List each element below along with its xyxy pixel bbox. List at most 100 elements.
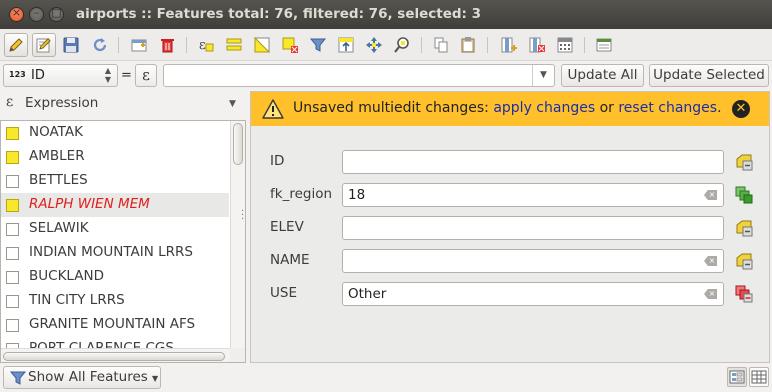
conditional-formatting-button[interactable] [592, 33, 616, 57]
preview-column-selector[interactable]: ε Expression ▼ [0, 91, 248, 118]
select-by-expression-button[interactable]: ε [194, 33, 218, 57]
field-input-fk-region[interactable]: 18 × [342, 183, 724, 207]
banner-text: . [717, 100, 722, 116]
field-value: Other [348, 286, 387, 302]
close-window-button[interactable]: × [9, 6, 24, 22]
equals-label: = [121, 68, 132, 83]
multi-edit-form: Unsaved multiedit changes: apply changes… [250, 91, 770, 363]
field-input-elev[interactable] [342, 216, 724, 240]
maximize-window-button[interactable]: □ [49, 6, 64, 22]
field-label: fk_region [270, 186, 333, 202]
save-edits-button[interactable] [59, 33, 83, 57]
svg-text:ε: ε [199, 38, 206, 53]
list-item-label: GRANITE MOUNTAIN AFS [29, 316, 196, 332]
row-checkbox[interactable] [6, 295, 19, 308]
row-checkbox[interactable] [6, 319, 19, 332]
row-checkbox[interactable] [6, 247, 19, 260]
update-all-button[interactable]: Update All [561, 64, 644, 87]
expression-dropdown-button[interactable]: ▼ [532, 65, 554, 86]
expression-input[interactable]: ▼ [163, 64, 555, 87]
banner-message: Unsaved multiedit changes: apply changes… [293, 100, 722, 116]
select-all-icon [226, 38, 242, 51]
feature-list[interactable]: NOATAK AMBLER BETTLES RALPH WIEN MEM SEL… [0, 120, 246, 363]
copy-rows-button[interactable] [429, 33, 453, 57]
row-checkbox[interactable] [6, 151, 19, 164]
clear-field-icon[interactable]: × [704, 289, 717, 299]
apply-changes-link[interactable]: apply changes [493, 100, 595, 116]
list-item-label: BUCKLAND [29, 268, 104, 284]
table-view-button[interactable] [749, 367, 769, 387]
list-item[interactable]: SELAWIK [1, 217, 229, 241]
zoom-to-selected-button[interactable] [390, 33, 414, 57]
field-input-id[interactable] [342, 150, 724, 174]
row-checkbox[interactable] [6, 175, 19, 188]
list-item[interactable]: RALPH WIEN MEM [1, 193, 229, 217]
horizontal-scrollbar[interactable] [1, 348, 245, 362]
list-item[interactable]: TIN CITY LRRS [1, 289, 229, 313]
reload-button[interactable] [88, 33, 112, 57]
splitter-handle[interactable]: · · · [241, 207, 244, 225]
pan-to-selected-button[interactable] [362, 33, 386, 57]
add-feature-button[interactable] [127, 33, 151, 57]
list-item[interactable]: BETTLES [1, 169, 229, 193]
title-bar: × – □ airports :: Features total: 76, fi… [0, 0, 772, 29]
close-banner-button[interactable]: ✕ [732, 100, 750, 118]
clear-field-icon[interactable]: × [704, 190, 717, 200]
vertical-scroll-thumb[interactable] [233, 123, 243, 165]
field-input-use[interactable]: Other × [342, 282, 724, 306]
reset-changes-link[interactable]: reset changes [618, 100, 717, 116]
field-label: NAME [270, 252, 310, 268]
preview-column-label: Expression [25, 95, 99, 111]
mixed-values-icon[interactable] [735, 252, 753, 270]
all-same-icon[interactable] [735, 186, 753, 204]
horizontal-scroll-thumb[interactable] [3, 352, 225, 361]
new-field-button[interactable] [497, 33, 521, 57]
toggle-editing-button[interactable] [4, 33, 28, 57]
row-checkbox[interactable] [6, 127, 19, 140]
move-selection-to-top-button[interactable] [334, 33, 358, 57]
multi-edit-button[interactable] [32, 33, 56, 57]
scroll-corner [230, 348, 245, 362]
copy-rows-icon [434, 37, 448, 53]
delete-feature-button[interactable] [155, 33, 179, 57]
row-checkbox[interactable] [6, 199, 19, 212]
invert-selection-icon [254, 36, 271, 53]
list-item[interactable]: NOATAK [1, 121, 229, 145]
field-calculator-button[interactable] [553, 33, 577, 57]
list-item-label: TIN CITY LRRS [29, 292, 125, 308]
save-edits-icon [63, 37, 79, 53]
invert-selection-button[interactable] [250, 33, 274, 57]
changed-values-icon[interactable] [735, 285, 753, 303]
select-all-button[interactable] [222, 33, 246, 57]
field-value: 18 [348, 187, 366, 203]
field-input-name[interactable]: × [342, 249, 724, 273]
banner-text: Unsaved multiedit changes: [293, 100, 494, 116]
list-item[interactable]: BUCKLAND [1, 265, 229, 289]
field-select-combo[interactable]: 123 ID ▲ ▼ [3, 64, 118, 87]
list-item[interactable]: GRANITE MOUNTAIN AFS [1, 313, 229, 337]
field-select-value: ID [31, 68, 45, 83]
toolbar-separator [487, 37, 488, 53]
row-checkbox[interactable] [6, 271, 19, 284]
attribute-table-toolbar: ε [0, 29, 772, 61]
minimize-window-button[interactable]: – [29, 6, 44, 22]
list-item[interactable]: INDIAN MOUNTAIN LRRS [1, 241, 229, 265]
table-view-icon [751, 370, 767, 384]
form-view-button[interactable] [727, 367, 747, 387]
warning-icon [262, 99, 284, 119]
reload-icon [93, 38, 107, 52]
paste-features-button[interactable] [456, 33, 480, 57]
list-item[interactable]: AMBLER [1, 145, 229, 169]
delete-field-button[interactable] [525, 33, 549, 57]
filter-select-button[interactable] [306, 33, 330, 57]
update-selected-button[interactable]: Update Selected [649, 64, 769, 87]
mixed-values-icon[interactable] [735, 153, 753, 171]
clear-field-icon[interactable]: × [704, 256, 717, 266]
vertical-scrollbar[interactable] [230, 121, 245, 348]
row-checkbox[interactable] [6, 223, 19, 236]
bottom-bar: Show All Features ▼ [0, 363, 772, 392]
mixed-values-icon[interactable] [735, 219, 753, 237]
deselect-all-button[interactable] [278, 33, 302, 57]
feature-filter-button[interactable]: Show All Features ▼ [3, 366, 161, 389]
expression-builder-button[interactable]: ε [135, 64, 157, 87]
